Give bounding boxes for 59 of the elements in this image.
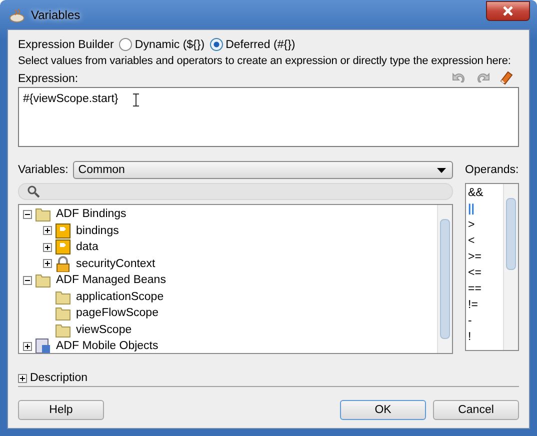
close-button[interactable] (486, 0, 530, 20)
operand-item[interactable]: == (468, 281, 503, 297)
operands-label: Operands: (465, 163, 519, 178)
folder-icon (55, 288, 71, 305)
tree-item[interactable]: data (74, 241, 100, 254)
variables-label: Variables: (18, 164, 68, 176)
collapse-icon[interactable] (23, 276, 32, 285)
mobile-objects-icon (35, 338, 51, 353)
operand-item[interactable]: && (468, 185, 503, 201)
tree-item[interactable]: bindings (74, 224, 121, 237)
operand-item[interactable]: <= (468, 265, 503, 281)
tree-item[interactable]: applicationScope (74, 290, 166, 303)
expand-icon[interactable] (43, 259, 52, 268)
instructions-text: Select values from variables and operators to create an expression or directly type the expression here: (18, 55, 512, 67)
tree-item[interactable]: ADF Managed Beans (54, 274, 168, 286)
operand-item[interactable]: || (468, 201, 503, 217)
window-title: Variables (31, 8, 82, 22)
dialog-button[interactable]: OK (340, 400, 426, 420)
search-icon (27, 185, 40, 198)
operand-item[interactable]: != (468, 297, 503, 313)
caret-icon (437, 168, 446, 172)
close-icon (503, 6, 513, 16)
expression-field[interactable]: #{viewScope.start} (18, 87, 519, 147)
operand-item[interactable]: ! (468, 329, 503, 345)
folder-icon (35, 272, 51, 288)
folder-icon (55, 322, 71, 338)
operand-item[interactable]: - (468, 313, 503, 329)
operand-item[interactable]: > (468, 217, 503, 233)
collapse-icon[interactable] (23, 210, 32, 219)
folder-icon (55, 305, 71, 322)
scrollbar[interactable] (503, 184, 518, 350)
folder-icon (35, 206, 51, 222)
text-cursor-icon (132, 93, 140, 107)
expand-icon[interactable] (18, 374, 27, 382)
binding-icon (55, 239, 71, 256)
tree-item[interactable]: viewScope (74, 324, 134, 336)
expand-icon[interactable] (23, 342, 32, 351)
tree-item[interactable]: ADF Bindings (54, 208, 128, 220)
expand-icon[interactable] (43, 242, 52, 252)
tree-item[interactable]: securityContext (74, 258, 158, 270)
description-label[interactable]: Description (30, 372, 88, 384)
binding-icon (55, 222, 71, 239)
radio-button[interactable]: Deferred (#{}) (210, 38, 296, 51)
eraser-icon (499, 69, 515, 85)
coffee-cup-icon (9, 6, 25, 22)
tree-item[interactable]: ADF Mobile Objects (54, 340, 160, 352)
expression-builder-label: Expression Builder (18, 38, 114, 50)
dialog-button[interactable]: Cancel (433, 400, 519, 420)
lock-icon (55, 256, 71, 272)
scrollbar[interactable] (437, 205, 452, 353)
operand-item[interactable]: >= (468, 249, 503, 265)
operand-item[interactable]: < (468, 233, 503, 249)
radio-button[interactable]: Dynamic (${}) (118, 38, 205, 51)
expand-icon[interactable] (43, 226, 52, 236)
variables-dropdown[interactable]: Common (73, 161, 453, 179)
dialog-button[interactable]: Help (18, 400, 104, 420)
search-field[interactable] (18, 183, 453, 200)
expression-label: Expression: (18, 73, 78, 85)
tree-item[interactable]: pageFlowScope (74, 307, 160, 320)
